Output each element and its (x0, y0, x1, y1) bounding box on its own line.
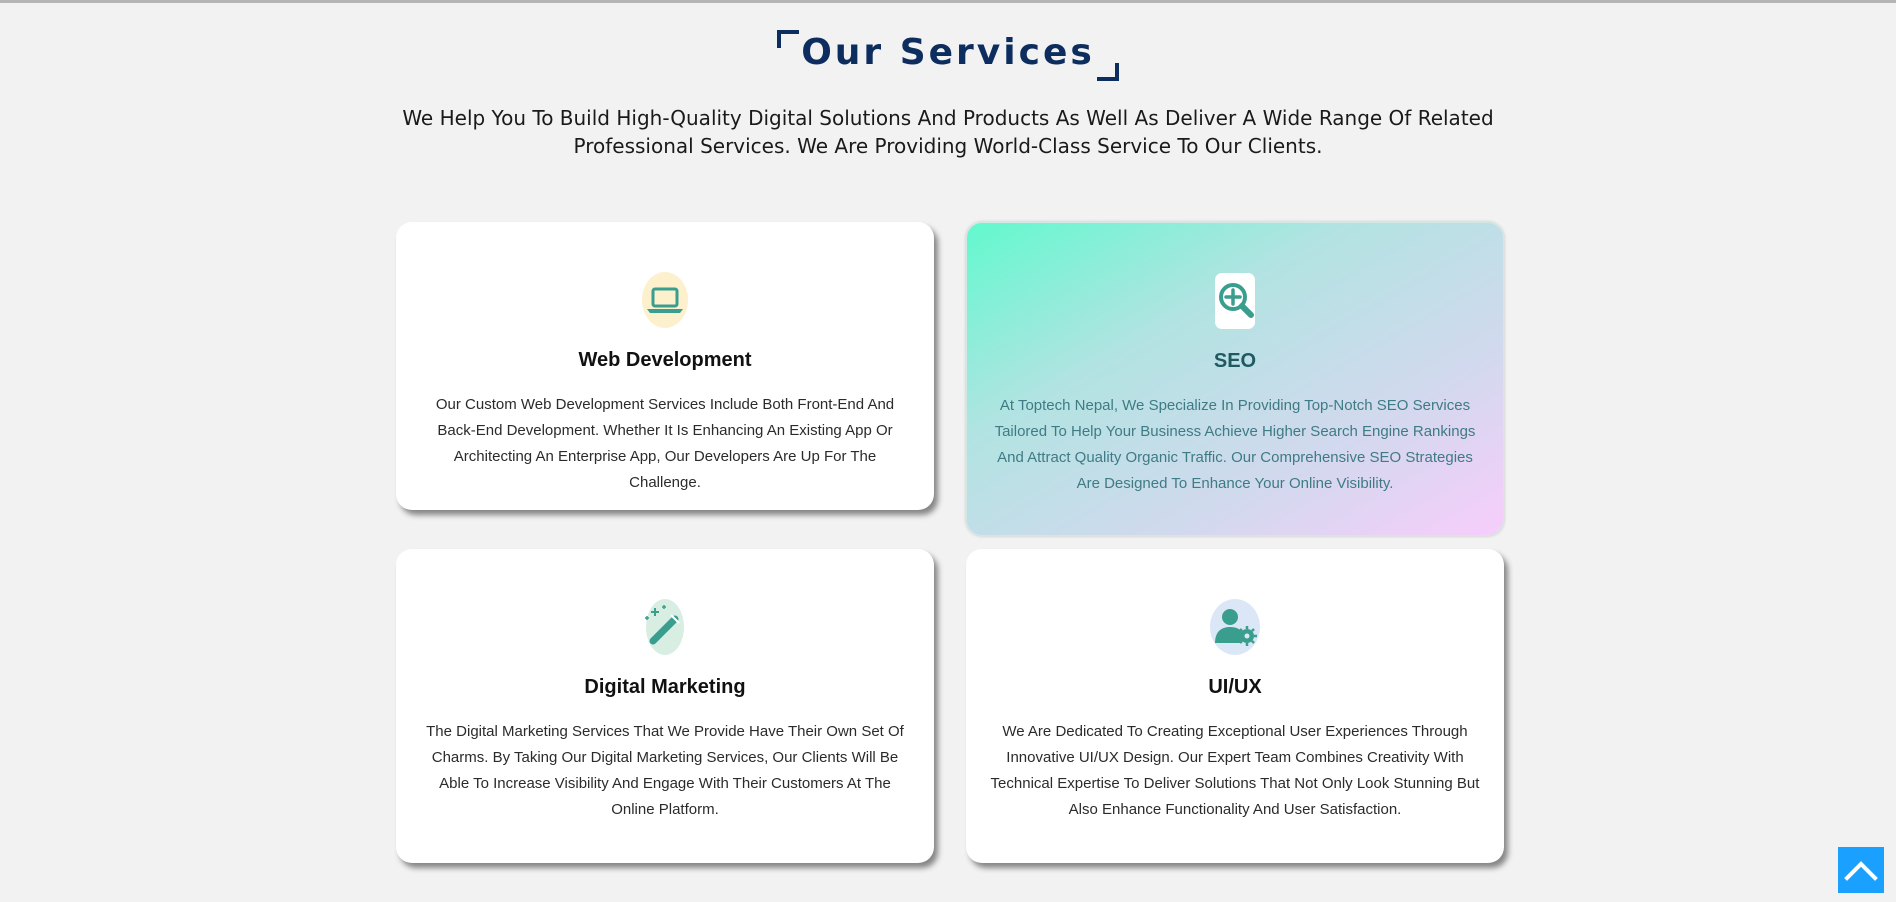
section-title: Our Services (777, 28, 1119, 81)
title-corner-bottom-right (1096, 63, 1119, 81)
service-description: The Digital Marketing Services That We P… (426, 723, 904, 818)
chevron-up-icon (1844, 861, 1878, 881)
service-card-seo[interactable]: SEO At Toptech Nepal, We Specialize In P… (966, 222, 1504, 536)
service-card-ui-ux[interactable]: UI/UX We Are Dedicated To Creating Excep… (966, 549, 1504, 863)
service-description: Our Custom Web Development Services Incl… (435, 396, 895, 491)
service-description: At Toptech Nepal, We Specialize In Provi… (994, 397, 1476, 492)
top-border (0, 0, 1896, 3)
section-subtitle: We Help You To Build High-Quality Digita… (402, 106, 1494, 158)
magic-wand-icon (639, 599, 691, 655)
service-card-web-development[interactable]: Web Development Our Custom Web Developme… (396, 222, 934, 510)
user-gear-icon (1209, 599, 1261, 655)
service-title: UI/UX (1208, 676, 1262, 698)
service-card-digital-marketing[interactable]: Digital Marketing The Digital Marketing … (396, 549, 934, 863)
scroll-to-top-button[interactable] (1838, 847, 1884, 893)
title-corner-top-left (777, 30, 800, 48)
laptop-icon (639, 272, 691, 328)
search-plus-icon (1209, 273, 1261, 329)
service-title: SEO (1213, 350, 1257, 372)
section-title-text: Our Services (801, 32, 1095, 73)
service-title: Web Development (578, 349, 752, 371)
service-title: Digital Marketing (584, 676, 746, 698)
section-header: Our Services (0, 28, 1896, 81)
service-description: We Are Dedicated To Creating Exceptional… (990, 723, 1480, 818)
